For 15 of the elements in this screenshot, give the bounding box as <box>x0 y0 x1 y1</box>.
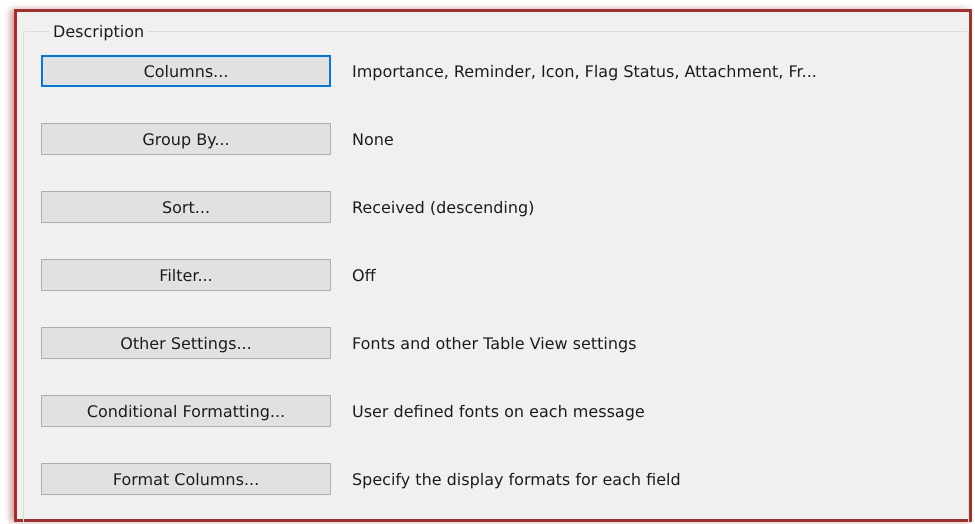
setting-description: Fonts and other Table View settings <box>352 334 638 352</box>
setting-description: Specify the display formats for each field <box>352 470 682 488</box>
setting-description: None <box>352 130 395 148</box>
settings-button[interactable]: Filter... <box>41 259 331 291</box>
settings-button[interactable]: Conditional Formatting... <box>41 395 331 427</box>
group-title: Description <box>52 22 146 41</box>
setting-description: Importance, Reminder, Icon, Flag Status, Attachment, Fr... <box>352 62 818 80</box>
settings-button[interactable]: Sort... <box>41 191 331 223</box>
setting-description: User defined fonts on each message <box>352 402 646 420</box>
settings-button[interactable]: Other Settings... <box>41 327 331 359</box>
setting-description: Received (descending) <box>352 198 536 216</box>
settings-button[interactable]: Format Columns... <box>41 463 331 495</box>
settings-button[interactable]: Group By... <box>41 123 331 155</box>
settings-button[interactable]: Columns... <box>41 55 331 87</box>
setting-description: Off <box>352 266 377 284</box>
